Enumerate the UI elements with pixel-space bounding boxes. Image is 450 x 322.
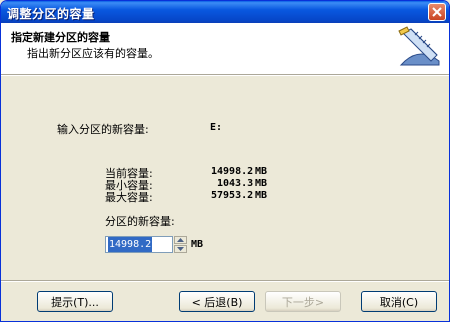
new-size-input[interactable]: 14998.2 (105, 236, 173, 253)
arrow-up-icon (177, 238, 184, 242)
cancel-button[interactable]: 取消(C) (361, 291, 437, 312)
max-size-unit: MB (255, 190, 268, 201)
min-size-unit: MB (255, 178, 268, 189)
title-bar[interactable]: 调整分区的容量 (1, 1, 449, 23)
ruler-triangle-icon (398, 26, 440, 66)
drive-letter: E: (210, 122, 223, 133)
arrow-down-icon (177, 247, 184, 251)
spin-down-button[interactable] (174, 245, 187, 253)
next-button[interactable]: 下一步> (265, 291, 341, 312)
current-size-value: 14998.2 (211, 166, 254, 177)
max-size-label: 最大容量: (105, 191, 153, 204)
close-button[interactable] (428, 3, 446, 21)
new-size-unit: MB (191, 239, 204, 250)
back-button[interactable]: < 后退(B) (179, 291, 255, 312)
header-subtitle: 指出新分区应该有的容量。 (27, 47, 159, 60)
hint-button[interactable]: 提示(T)... (37, 291, 113, 312)
wizard-header: 指定新建分区的容量 指出新分区应该有的容量。 (1, 23, 449, 75)
new-size-input-value: 14998.2 (108, 237, 153, 252)
window-title: 调整分区的容量 (7, 7, 95, 21)
max-size-value: 57953.2 (211, 190, 254, 201)
min-size-value: 1043.3 (217, 178, 254, 189)
new-size-label: 分区的新容量: (105, 215, 175, 228)
header-title: 指定新建分区的容量 (11, 31, 110, 44)
spin-up-button[interactable] (174, 236, 187, 244)
header-divider (1, 75, 449, 76)
dialog-window: 调整分区的容量 指定新建分区的容量 指出新分区应该有的容量。 输入分区的新容量:… (0, 0, 450, 322)
new-size-spinner[interactable] (174, 236, 187, 253)
prompt-label: 输入分区的新容量: (57, 123, 149, 136)
current-size-unit: MB (255, 166, 268, 177)
close-icon (432, 7, 442, 17)
